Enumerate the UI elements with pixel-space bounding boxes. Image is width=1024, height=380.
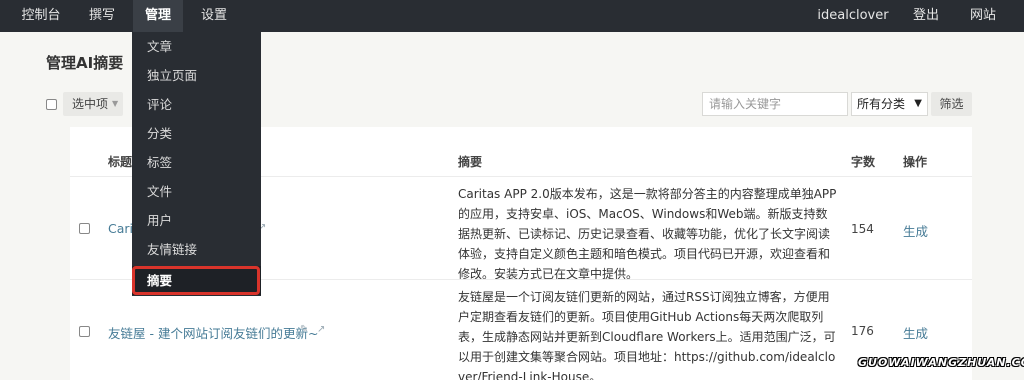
nav-settings[interactable]: 设置 — [191, 0, 237, 32]
page-title: 管理AI摘要 — [46, 54, 124, 72]
search-input[interactable] — [702, 92, 848, 116]
menu-item-pages[interactable]: 独立页面 — [132, 61, 261, 90]
menu-item-tags[interactable]: 标签 — [132, 148, 261, 177]
nav-manage[interactable]: 管理 — [133, 0, 183, 32]
header-title: 标题 — [108, 155, 133, 169]
header-summary: 摘要 — [458, 155, 483, 169]
top-nav: 控制台 撰写 管理 设置 idealclover 登出 网站 — [0, 0, 1024, 32]
select-all-checkbox[interactable] — [46, 99, 57, 110]
generate-link[interactable]: 生成 — [903, 323, 928, 342]
header-chars: 字数 — [851, 155, 876, 169]
header-action: 操作 — [903, 155, 928, 169]
generate-link[interactable]: 生成 — [903, 221, 928, 240]
row-char-count: 154 — [851, 222, 874, 236]
manage-dropdown-menu: 文章 独立页面 评论 分类 标签 文件 用户 友情链接 摘要 — [132, 32, 261, 296]
chevron-down-icon: ▼ — [914, 98, 922, 109]
filter-button[interactable]: 筛选 — [931, 92, 972, 116]
row-checkbox[interactable] — [79, 326, 90, 337]
row-summary: 友链屋是一个订阅友链们更新的网站，通过RSS订阅独立博客，方便用户定期查看友链们… — [458, 290, 836, 380]
category-select[interactable]: 所有分类 ▼ — [851, 92, 928, 116]
row-checkbox[interactable] — [79, 223, 90, 234]
selected-actions-button[interactable]: 选中项 ▼ — [63, 92, 123, 116]
nav-logout[interactable]: 登出 — [902, 0, 950, 32]
menu-item-friend-links[interactable]: 友情链接 — [132, 235, 261, 264]
menu-item-categories[interactable]: 分类 — [132, 119, 261, 148]
nav-write[interactable]: 撰写 — [80, 0, 124, 32]
menu-item-users[interactable]: 用户 — [132, 206, 261, 235]
external-link-icon[interactable]: ↗ — [317, 324, 325, 335]
nav-dashboard[interactable]: 控制台 — [12, 0, 70, 32]
menu-item-files[interactable]: 文件 — [132, 177, 261, 206]
caret-down-icon: ▼ — [112, 99, 119, 108]
category-select-value: 所有分类 — [857, 97, 906, 111]
row-summary: Caritas APP 2.0版本发布，这是一款将部分答主的内容整理成单独APP… — [458, 187, 837, 281]
highlight-box — [132, 266, 260, 295]
nav-site[interactable]: 网站 — [959, 0, 1007, 32]
menu-item-comments[interactable]: 评论 — [132, 90, 261, 119]
nav-user[interactable]: idealclover — [816, 0, 890, 32]
row-char-count: 176 — [851, 324, 874, 338]
row-title-link[interactable]: 友链屋 - 建个网站订阅友链们的更新~ — [108, 323, 318, 342]
selected-actions-label: 选中项 — [72, 97, 109, 111]
edit-pencil-icon[interactable]: ✎ — [300, 324, 308, 335]
watermark: GUOWAIWANGZHUAN.COM — [858, 356, 1024, 369]
menu-item-posts[interactable]: 文章 — [132, 32, 261, 61]
